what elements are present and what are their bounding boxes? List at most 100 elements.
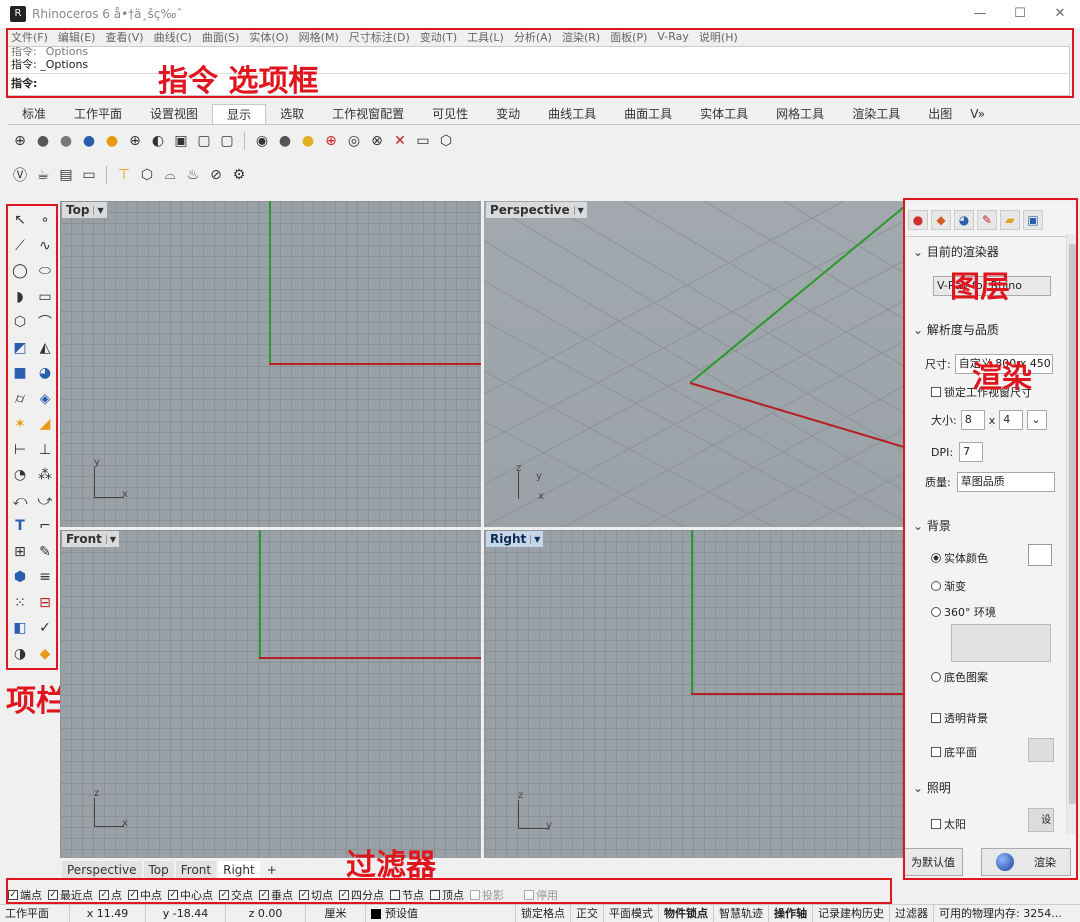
status-z: z 0.00 <box>226 905 306 922</box>
tab-more[interactable]: V» <box>966 104 989 124</box>
triad-x-label: x <box>122 818 128 829</box>
wireframe-icon[interactable]: ⊕ <box>10 131 30 151</box>
x-axis-line <box>269 363 481 365</box>
tab-mesh-tools[interactable]: 网格工具 <box>762 104 838 124</box>
tab-curve-tools[interactable]: 曲线工具 <box>534 104 610 124</box>
viewport-label-right[interactable]: Right ▼ <box>486 531 544 547</box>
pen-icon[interactable]: ▣ <box>171 131 191 151</box>
section-icon[interactable]: ⊕ <box>321 131 341 151</box>
xray-icon[interactable]: ● <box>102 131 122 151</box>
triad-z-label: z <box>94 788 100 799</box>
status-ortho[interactable]: 正交 <box>571 905 604 922</box>
viewport-right[interactable]: z y Right ▼ <box>484 530 904 858</box>
status-unit: 厘米 <box>306 905 366 922</box>
tab-transform[interactable]: 变动 <box>482 104 534 124</box>
status-bar: 工作平面 x 11.49 y -18.44 z 0.00 厘米 预设值 锁定格点… <box>0 904 1080 922</box>
x-axis-line <box>259 657 481 659</box>
status-history[interactable]: 记录建构历史 <box>813 905 890 922</box>
axis-triad: z y <box>514 790 564 837</box>
artistic-icon[interactable]: ◐ <box>148 131 168 151</box>
delete-icon[interactable]: ✕ <box>390 131 410 151</box>
y-axis-line <box>689 206 904 384</box>
viewport-label-perspective[interactable]: Perspective ▼ <box>486 202 587 218</box>
status-layer[interactable]: 预设值 <box>366 905 516 922</box>
status-grid-snap[interactable]: 锁定格点 <box>516 905 571 922</box>
material-icon[interactable]: ⊤ <box>114 165 134 185</box>
status-memory: 可用的物理内存: 3254... <box>939 906 1062 920</box>
ghosted-icon[interactable]: ● <box>79 131 99 151</box>
technical-icon[interactable]: ⊕ <box>125 131 145 151</box>
display-toolbar-row-1: ⊕ ● ● ● ● ⊕ ◐ ▣ ▢ ▢ ◉ ● ● ⊕ ◎ ⊗ ✕ ▭ ⬡ <box>10 128 456 154</box>
rhino-icon: R <box>10 6 26 22</box>
status-gumball[interactable]: 操作轴 <box>769 905 813 922</box>
axis-triad: z x <box>90 788 140 833</box>
viewport-title: Perspective <box>490 203 570 217</box>
dropdown-arrow-icon[interactable]: ▼ <box>530 534 543 544</box>
tab-solid-tools[interactable]: 实体工具 <box>686 104 762 124</box>
fur-icon[interactable]: ♨ <box>183 165 203 185</box>
clipper-icon[interactable]: ⊘ <box>206 165 226 185</box>
viewport-tabs: Perspective Top Front Right + <box>62 860 282 880</box>
close-button[interactable]: ✕ <box>1040 0 1080 28</box>
show-object-icon[interactable]: ◎ <box>344 131 364 151</box>
viewport-title: Top <box>66 203 90 217</box>
status-filter[interactable]: 过滤器 <box>890 905 934 922</box>
window-title: Rhinoceros 6 å•†ä¸šç‰ˆ <box>32 7 183 21</box>
vray-icon[interactable]: Ⓥ <box>10 165 30 185</box>
raytraced-icon[interactable]: ◉ <box>252 131 272 151</box>
add-viewport-icon[interactable]: + <box>262 861 282 879</box>
settings-gear-icon[interactable]: ⚙ <box>229 165 249 185</box>
tab-cplanes[interactable]: 工作平面 <box>60 104 136 124</box>
tab-standard[interactable]: 标准 <box>8 104 60 124</box>
status-osnap[interactable]: 物件锁点 <box>659 905 714 922</box>
viewport-perspective[interactable]: z y x Perspective ▼ <box>484 201 904 527</box>
maximize-button[interactable]: ☐ <box>1000 0 1040 28</box>
viewport-tab-right[interactable]: Right <box>218 861 260 879</box>
tab-select[interactable]: 选取 <box>266 104 318 124</box>
viewport-top[interactable]: y x Top ▼ <box>60 201 481 527</box>
viewport-tab-front[interactable]: Front <box>175 861 217 879</box>
minimize-button[interactable]: — <box>960 0 1000 28</box>
light-icon[interactable]: ● <box>298 131 318 151</box>
display-toolbar-row-2: Ⓥ ☕ ▤ ▭ ⊤ ⬡ ⌓ ♨ ⊘ ⚙ <box>10 162 249 188</box>
tab-set-view[interactable]: 设置视图 <box>136 104 212 124</box>
status-planar[interactable]: 平面模式 <box>604 905 659 922</box>
sphere-icon[interactable]: ● <box>275 131 295 151</box>
viewport-label-top[interactable]: Top ▼ <box>62 202 107 218</box>
shaded-icon[interactable]: ● <box>33 131 53 151</box>
dropdown-arrow-icon[interactable]: ▼ <box>573 205 587 215</box>
x-axis-line <box>689 382 904 448</box>
tab-display[interactable]: 显示 <box>212 104 267 124</box>
monochrome-icon[interactable]: ▢ <box>194 131 214 151</box>
z-axis-line <box>691 530 693 694</box>
triad-y-label: y <box>94 457 100 468</box>
z-axis-line <box>259 530 261 658</box>
tab-surface-tools[interactable]: 曲面工具 <box>610 104 686 124</box>
tab-viewport-layout[interactable]: 工作视窗配置 <box>318 104 418 124</box>
status-smarttrack[interactable]: 智慧轨迹 <box>714 905 769 922</box>
dropdown-arrow-icon[interactable]: ▼ <box>105 534 119 544</box>
box-icon[interactable]: ⬡ <box>436 131 456 151</box>
viewport-tab-top[interactable]: Top <box>143 861 174 879</box>
annotation-render: 渲染 <box>972 360 1032 395</box>
viewport-tab-perspective[interactable]: Perspective <box>62 861 142 879</box>
hide-object-icon[interactable]: ⊗ <box>367 131 387 151</box>
dome-icon[interactable]: ⌓ <box>160 165 180 185</box>
annotation-box-toolbar <box>6 204 58 670</box>
tab-render-tools[interactable]: 渲染工具 <box>838 104 914 124</box>
teapot-icon[interactable]: ☕ <box>33 165 53 185</box>
monitor-icon[interactable]: ▭ <box>413 131 433 151</box>
frame-buffer-icon[interactable]: ▤ <box>56 165 76 185</box>
tab-drafting[interactable]: 出图 <box>914 104 966 124</box>
proxy-icon[interactable]: ⬡ <box>137 165 157 185</box>
status-cplane[interactable]: 工作平面 <box>0 905 70 922</box>
window-icon[interactable]: ▭ <box>79 165 99 185</box>
dropdown-arrow-icon[interactable]: ▼ <box>93 205 106 215</box>
status-x: x 11.49 <box>70 905 146 922</box>
viewport-label-front[interactable]: Front ▼ <box>62 531 120 547</box>
annotation-command-options: 指令 选项框 <box>158 64 319 99</box>
tab-visibility[interactable]: 可见性 <box>418 104 482 124</box>
rendered-icon[interactable]: ● <box>56 131 76 151</box>
arctic-icon[interactable]: ▢ <box>217 131 237 151</box>
viewport-front[interactable]: z x Front ▼ <box>60 530 481 858</box>
